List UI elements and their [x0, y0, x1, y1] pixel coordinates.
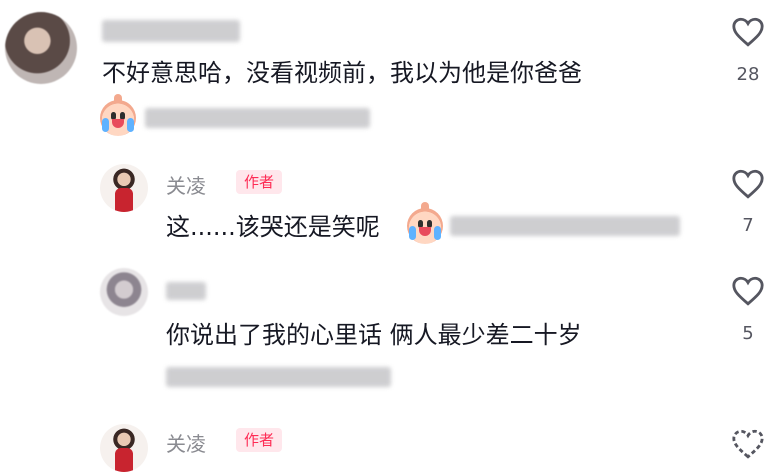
commenter-name-blurred[interactable]: [102, 20, 240, 42]
reply-text: 你说出了我的心里话 俩人最少差二十岁: [166, 321, 582, 349]
like-heart-icon[interactable]: [731, 275, 765, 307]
replier-name-blurred[interactable]: [166, 282, 206, 300]
reply-meta-blurred: [166, 367, 391, 387]
author-badge: 作者: [236, 428, 283, 452]
author-badge: 作者: [236, 170, 283, 194]
like-heart-icon[interactable]: [731, 168, 765, 200]
replier-avatar[interactable]: [100, 268, 148, 316]
like-count: 28: [736, 64, 760, 85]
comment-meta-blurred: [145, 108, 370, 128]
reply-author-name[interactable]: 关凌: [166, 170, 206, 199]
like-count: 7: [742, 215, 754, 236]
author-avatar[interactable]: [100, 164, 148, 212]
author-avatar[interactable]: [100, 424, 148, 472]
crying-laughing-emoji-icon: [407, 202, 443, 244]
like-heart-icon[interactable]: [731, 16, 765, 48]
commenter-avatar[interactable]: [5, 12, 77, 84]
like-heart-icon[interactable]: [731, 428, 765, 460]
crying-laughing-emoji-icon: [100, 94, 136, 136]
reply-meta-blurred: [450, 216, 680, 236]
comment-text: 不好意思哈，没看视频前，我以为他是你爸爸: [102, 59, 582, 87]
like-count: 5: [742, 323, 754, 344]
reply-text: 这......该哭还是笑呢: [166, 213, 380, 241]
